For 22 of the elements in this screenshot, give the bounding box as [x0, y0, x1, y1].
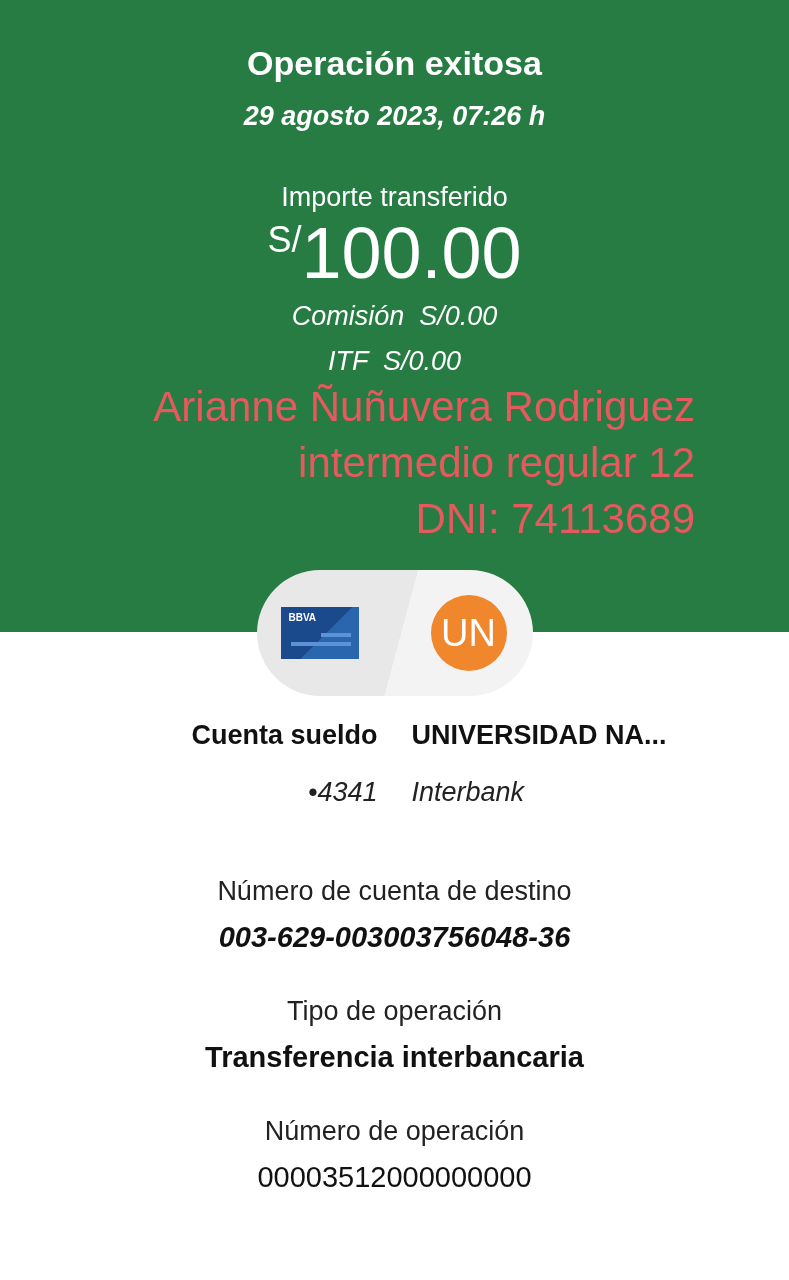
fee-text: ITF S/0.00 [327, 346, 462, 377]
fee-text: Comisión S/0.00 [291, 301, 498, 332]
detail-label: Número de cuenta de destino [217, 876, 572, 907]
amount-value: 100.00 [301, 215, 522, 291]
detail-label: Tipo de operación [286, 996, 503, 1027]
detail-label: Número de operación [264, 1116, 525, 1147]
overlay-note: intermedio regular 12 [298, 438, 695, 488]
destination-bank: Interbank [411, 777, 526, 808]
page-title: Operación exitosa [247, 44, 542, 83]
destination-avatar: UN [430, 595, 507, 671]
overlay-note: Arianne Ñuñuvera Rodriguez [153, 382, 695, 432]
overlay-note: DNI: 74113689 [415, 494, 695, 544]
bank-logo: BBVA [288, 612, 317, 623]
detail-value: 003-629-003003756048-36 [218, 921, 571, 954]
detail-value: 00003512000000000 [257, 1161, 532, 1194]
source-account-number: •4341 [306, 777, 378, 808]
destination-account-name: UNIVERSIDAD NA... [411, 720, 668, 751]
currency-symbol: S/ [267, 219, 302, 261]
amount-label: Importe transferido [281, 182, 508, 213]
source-account-name: Cuenta sueldo [190, 720, 378, 751]
detail-value: Transferencia interbancaria [205, 1041, 584, 1074]
operation-date: 29 agosto 2023, 07:26 h [243, 101, 546, 132]
